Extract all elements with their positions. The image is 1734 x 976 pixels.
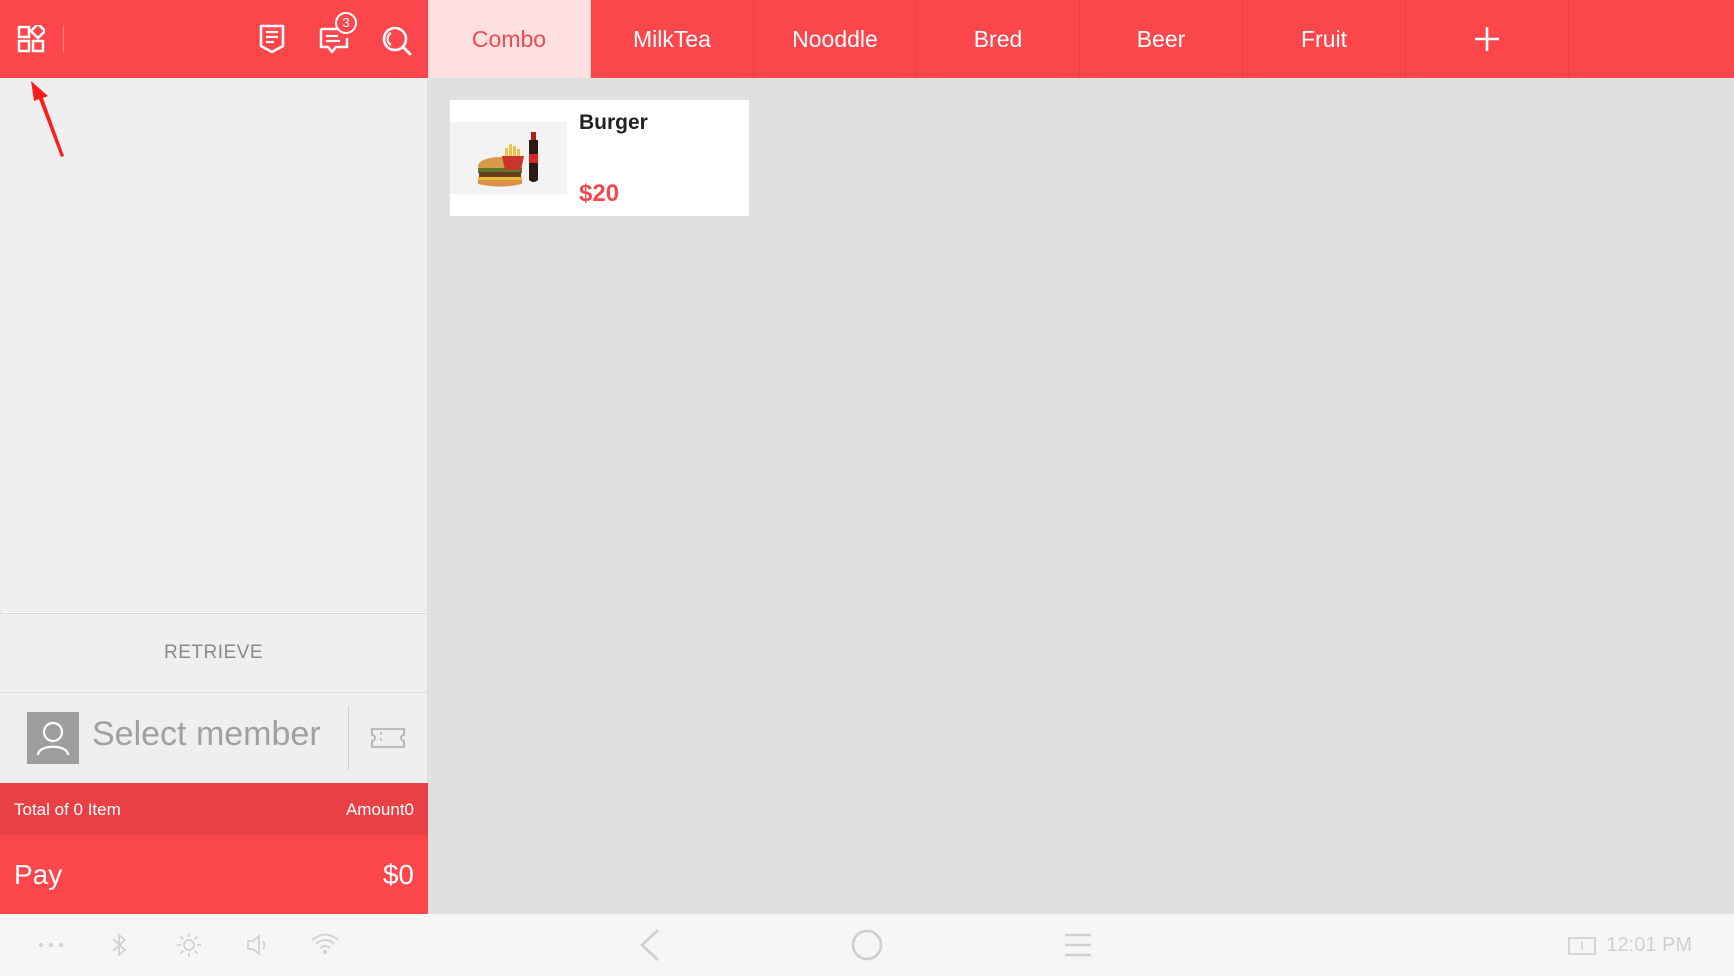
product-image: [450, 122, 567, 194]
tab-nooddle[interactable]: Nooddle: [754, 0, 917, 78]
toolbar-divider: [63, 26, 64, 52]
brightness-icon[interactable]: [176, 932, 202, 958]
pay-label: Pay: [14, 859, 63, 890]
annotation-arrow-icon: [26, 78, 70, 165]
retrieve-button[interactable]: RETRIEVE: [0, 613, 428, 692]
message-count-badge: 3: [335, 12, 357, 34]
plus-icon: [1475, 27, 1499, 51]
more-icon[interactable]: [38, 942, 64, 948]
grid-icon[interactable]: [17, 25, 45, 53]
clock: 12:01 PM: [1606, 934, 1692, 956]
bluetooth-icon[interactable]: [110, 932, 128, 958]
recents-icon[interactable]: [1063, 932, 1093, 958]
screenshot-icon[interactable]: [1567, 935, 1597, 957]
category-tabs: Combo MilkTea Nooddle Bred Beer Fruit: [428, 0, 1569, 78]
top-bar-tools: 3: [0, 0, 428, 78]
pay-amount: $0: [382, 859, 414, 890]
add-category-button[interactable]: [1406, 0, 1569, 78]
total-items-label: Total of 0 Item: [14, 800, 121, 819]
product-price: $20: [579, 180, 620, 207]
select-member-button[interactable]: Select member: [92, 715, 321, 754]
tab-milktea[interactable]: MilkTea: [591, 0, 754, 78]
tab-bred[interactable]: Bred: [917, 0, 1080, 78]
tab-beer[interactable]: Beer: [1080, 0, 1243, 78]
search-icon[interactable]: [381, 25, 413, 57]
product-name: Burger: [579, 111, 648, 134]
user-icon: [36, 721, 70, 756]
totals-bar: Total of 0 Item Amount0: [0, 783, 428, 835]
system-nav-bar: 12:01 PM: [0, 914, 1734, 976]
home-icon[interactable]: [851, 929, 883, 961]
member-divider: [348, 706, 349, 770]
tab-combo[interactable]: Combo: [428, 0, 591, 78]
coupon-icon[interactable]: [370, 726, 406, 755]
avatar[interactable]: [27, 712, 79, 764]
amount-label: Amount0: [345, 800, 414, 819]
top-bar: 3 Combo MilkTea Nooddle Bred Beer Fruit: [0, 0, 1734, 78]
receipt-icon[interactable]: [258, 24, 286, 54]
wifi-icon[interactable]: [310, 932, 340, 956]
pay-button[interactable]: Pay $0: [0, 835, 428, 914]
back-icon[interactable]: [638, 928, 662, 962]
product-card[interactable]: Burger $20: [450, 100, 749, 216]
volume-icon[interactable]: [245, 932, 271, 958]
member-row: Select member: [0, 692, 428, 783]
product-grid: Burger $20: [428, 78, 1734, 914]
tab-fruit[interactable]: Fruit: [1243, 0, 1406, 78]
